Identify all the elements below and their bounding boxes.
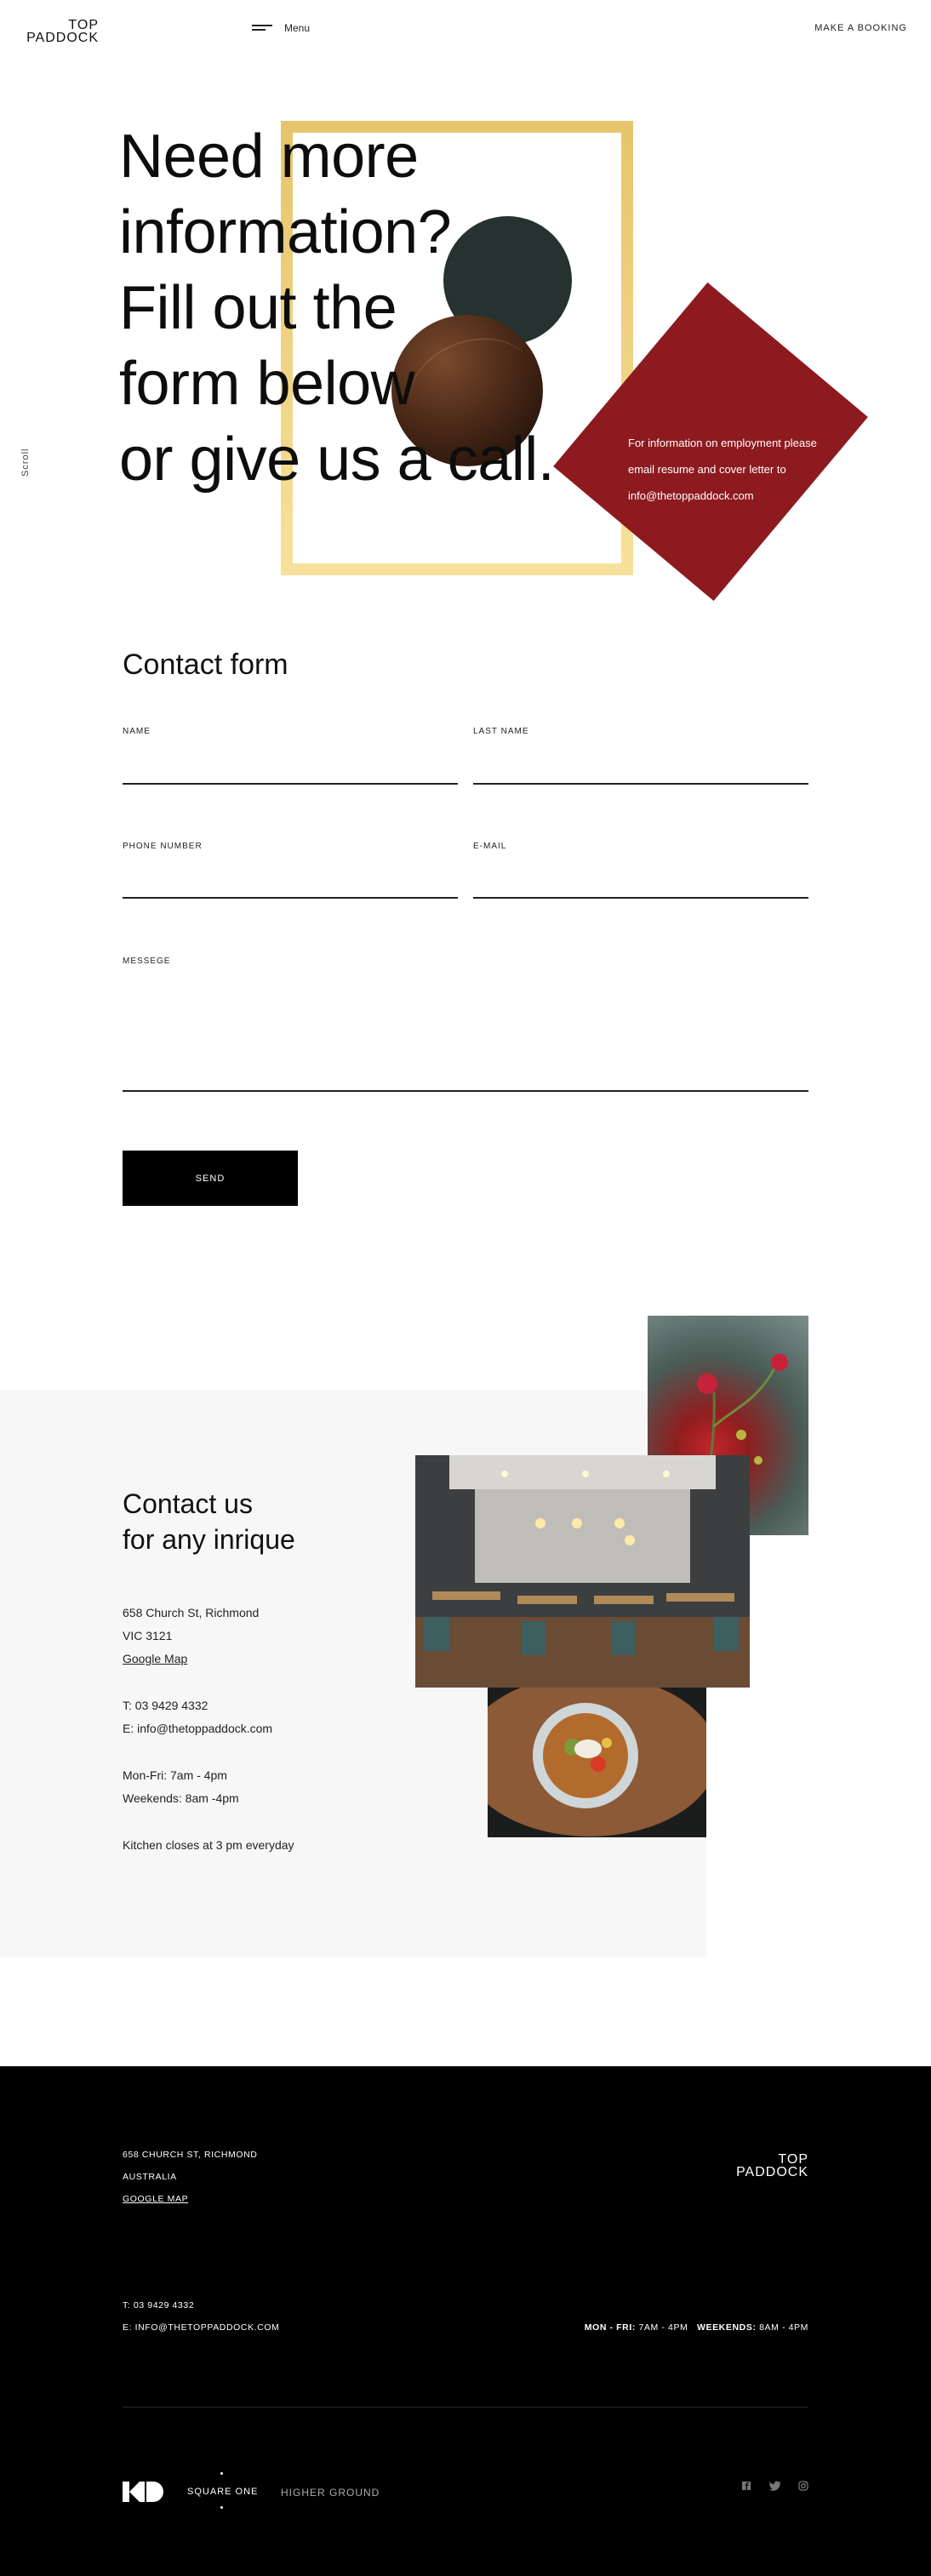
contact-title-line: for any inrique [123,1524,295,1555]
contact-email[interactable]: E: info@thetoppaddock.com [123,1722,272,1735]
footer-divider [123,2407,808,2408]
menu-label: Menu [284,22,311,34]
hours-weekdays: Mon-Fri: 7am - 4pm [123,1768,227,1782]
employment-info: For information on employment please ema… [628,437,817,502]
footer-map-link[interactable]: GOOGLE MAP [123,2194,188,2204]
footer-hours-weekends-label: WEEKENDS: [696,2322,757,2333]
contact-title: Contact us for any inrique [123,1486,295,1557]
menu-button[interactable]: Menu [252,22,310,34]
footer-email[interactable]: E: INFO@THETOPPADDOCK.COM [123,2322,280,2333]
hero-title: Need more information? Fill out the form… [119,119,596,498]
footer-hours-weekdays-value: 7AM - 4PM [638,2322,688,2333]
hero-title-line: form below [119,350,415,418]
email-field[interactable] [473,897,808,899]
footer-logo[interactable]: TOP PADDOCK [736,2153,808,2179]
name-label: NAME [123,727,151,736]
message-field[interactable] [123,1090,808,1092]
google-map-link[interactable]: Google Map [123,1652,187,1665]
instagram-icon[interactable] [798,2481,808,2493]
contact-phone[interactable]: T: 03 9429 4332 [123,1699,208,1712]
social-links [728,2480,808,2495]
footer-phone[interactable]: T: 03 9429 4332 [123,2300,194,2310]
name-field[interactable] [123,783,458,785]
hero-title-line: or give us a call. [119,426,555,494]
footer-logo-line: PADDOCK [736,2165,808,2179]
hours-weekends: Weekends: 8am -4pm [123,1791,239,1805]
footer-hours-weekends-value: 8AM - 4PM [759,2322,808,2333]
twitter-icon[interactable] [768,2481,781,2493]
square-one-label: SQUARE ONE [187,2487,259,2497]
last-name-label: LAST NAME [473,727,529,736]
hero-title-line: Fill out the [119,274,397,342]
facebook-icon[interactable] [741,2481,751,2493]
logo[interactable]: TOP PADDOCK [17,18,99,45]
kitchen-note: Kitchen closes at 3 pm everyday [123,1838,294,1852]
food-bowl-photo [488,1688,706,1837]
last-name-field[interactable] [473,783,808,785]
message-label: MESSEGE [123,957,171,966]
hero-title-line: information? [119,198,452,266]
menu-icon [252,24,272,32]
kd-partner-logo[interactable] [123,2482,163,2502]
address-line: VIC 3121 [123,1629,173,1642]
address-line: 658 Church St, Richmond [123,1606,260,1619]
footer-address: AUSTRALIA [123,2172,177,2182]
hero-title-line: Need more [119,123,419,191]
phone-field[interactable] [123,897,458,899]
contact-title-line: Contact us [123,1488,253,1519]
logo-line-bottom: PADDOCK [26,31,99,45]
email-label: E-MAIL [473,842,507,851]
scroll-indicator: Scroll [20,448,31,477]
form-title: Contact form [123,648,288,681]
square-one-partner-logo[interactable]: SQUARE ONE [187,2472,264,2510]
send-button[interactable]: SEND [123,1151,298,1206]
higher-ground-partner-logo[interactable]: HIGHER GROUND [281,2487,380,2499]
footer-hours: MON - FRI: 7AM - 4PM WEEKENDS: 8AM - 4PM [585,2322,808,2333]
footer-logo-line: TOP [778,2152,808,2167]
logo-line-top: TOP [68,18,99,32]
restaurant-interior-photo [415,1455,750,1688]
make-booking-link[interactable]: MAKE A BOOKING [814,23,907,33]
footer-address: 658 CHURCH ST, RICHMOND [123,2150,258,2160]
phone-label: PHONE NUMBER [123,842,203,851]
footer-hours-weekdays-label: MON - FRI: [584,2322,636,2333]
